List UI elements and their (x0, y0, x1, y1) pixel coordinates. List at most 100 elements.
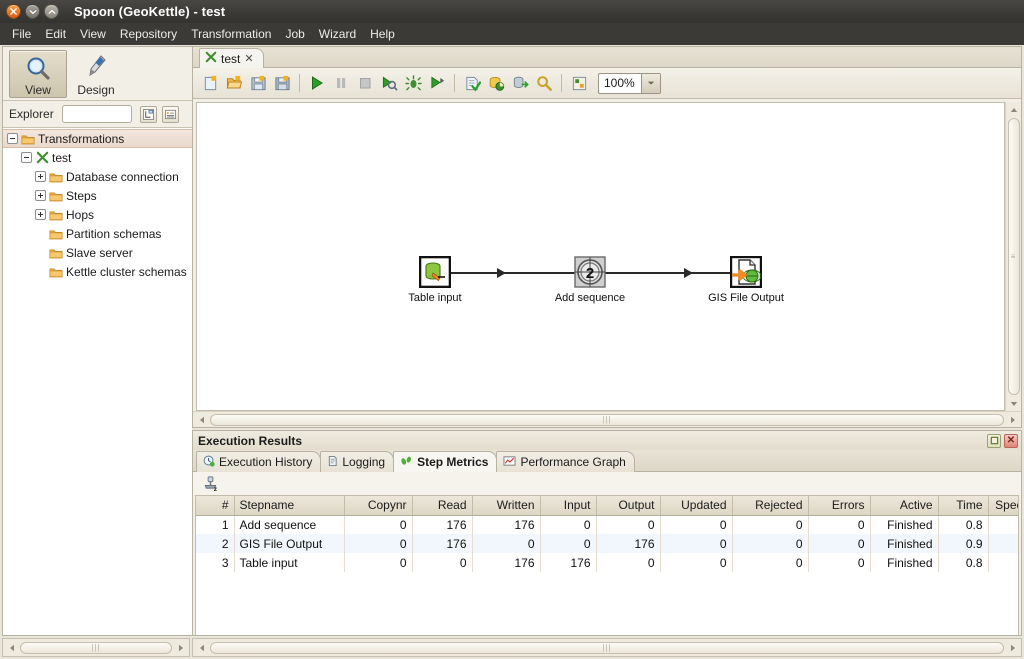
new-file-icon[interactable] (199, 72, 221, 94)
canvas-horizontal-scrollbar[interactable]: ||| (193, 411, 1021, 427)
expander-icon[interactable] (21, 152, 32, 163)
col-active[interactable]: Active (870, 496, 939, 516)
canvas-vertical-scrollbar[interactable]: ≡ (1005, 102, 1021, 411)
canvas-hscroll-thumb[interactable]: ||| (210, 413, 1004, 426)
close-panel-icon[interactable]: ✕ (1004, 433, 1018, 448)
table-row[interactable]: 1 Add sequence 0 176 176 0 0 0 0 0 Finis (196, 515, 1018, 534)
menu-transformation[interactable]: Transformation (184, 25, 278, 43)
explorer-horizontal-scrollbar[interactable]: ||| (2, 638, 190, 657)
open-folder-icon[interactable] (223, 72, 245, 94)
transformation-canvas[interactable]: Table input 2 Add sequence GIS File Outp… (196, 102, 1005, 411)
canvas-vscroll-thumb[interactable]: ≡ (1007, 118, 1020, 395)
scroll-left-icon[interactable] (194, 412, 209, 427)
close-icon[interactable] (6, 4, 21, 19)
scroll-right-icon[interactable] (173, 640, 188, 655)
maximize-icon[interactable] (44, 4, 59, 19)
tree-item-slave-server[interactable]: Slave server (3, 243, 192, 262)
tree-item-test[interactable]: test (3, 148, 192, 167)
run-icon[interactable] (306, 72, 328, 94)
perspective-view-button[interactable]: View (9, 50, 67, 98)
minimize-icon[interactable] (25, 4, 40, 19)
scroll-left-icon[interactable] (194, 640, 209, 655)
expander-icon[interactable] (7, 133, 18, 144)
col-speed[interactable]: Speed (r/s) (988, 496, 1018, 516)
col-rejected[interactable]: Rejected (732, 496, 809, 516)
perspective-design-button[interactable]: Design (67, 50, 125, 98)
pause-icon[interactable] (330, 72, 352, 94)
stop-icon[interactable] (354, 72, 376, 94)
results-horizontal-scrollbar[interactable]: ||| (192, 638, 1022, 657)
col-read[interactable]: Read (412, 496, 473, 516)
explore-db-icon[interactable] (533, 72, 555, 94)
execution-results-panel: Execution Results ✕ Execution History Lo… (192, 430, 1022, 636)
verify-icon[interactable] (461, 72, 483, 94)
col-written[interactable]: Written (472, 496, 541, 516)
tree-collapse-icon[interactable] (139, 105, 157, 123)
list-view-icon[interactable] (161, 105, 179, 123)
tree-item-steps[interactable]: Steps (3, 186, 192, 205)
menu-file[interactable]: File (5, 25, 38, 43)
chevron-down-icon[interactable] (641, 73, 660, 93)
tree-item-label: Database connection (66, 169, 179, 184)
impact-icon[interactable] (485, 72, 507, 94)
step-metrics-table-container[interactable]: # Stepname Copynr Read Written Input Out… (195, 495, 1019, 635)
save-as-icon[interactable] (271, 72, 293, 94)
sleep-icon[interactable]: z (199, 473, 221, 495)
tab-logging[interactable]: Logging (320, 451, 395, 472)
col-copynr[interactable]: Copynr (344, 496, 413, 516)
col-stepname[interactable]: Stepname (234, 496, 345, 516)
hop-arrow-icon (497, 268, 506, 278)
menu-view[interactable]: View (73, 25, 113, 43)
menu-wizard[interactable]: Wizard (312, 25, 363, 43)
scroll-right-icon[interactable] (1005, 640, 1020, 655)
scroll-up-icon[interactable] (1006, 102, 1021, 117)
tab-test[interactable]: test ✕ (199, 48, 264, 68)
zoom-combo[interactable]: 100% (598, 72, 661, 94)
scroll-down-icon[interactable] (1006, 396, 1021, 411)
search-input[interactable] (61, 105, 132, 123)
sql-icon[interactable] (509, 72, 531, 94)
table-row[interactable]: 3 Table input 0 0 176 176 0 0 0 0 Finish (196, 553, 1018, 572)
scroll-right-icon[interactable] (1005, 412, 1020, 427)
execution-results-header: Execution Results ✕ (193, 431, 1021, 450)
col-num[interactable]: # (196, 496, 235, 516)
results-hscroll-thumb[interactable]: ||| (210, 641, 1004, 654)
col-input[interactable]: Input (540, 496, 597, 516)
tree-item-transformations[interactable]: Transformations (3, 129, 192, 148)
scroll-grip-icon: ||| (602, 414, 612, 424)
maximize-panel-icon[interactable] (987, 433, 1001, 448)
tab-performance-graph[interactable]: Performance Graph (496, 451, 635, 472)
expander-icon[interactable] (35, 171, 46, 182)
expander-icon[interactable] (35, 209, 46, 220)
col-updated[interactable]: Updated (660, 496, 733, 516)
cell-updated: 0 (660, 534, 733, 553)
table-input-step[interactable]: Table input (390, 256, 480, 304)
tree-item-partition-schemas[interactable]: Partition schemas (3, 224, 192, 243)
col-output[interactable]: Output (596, 496, 661, 516)
replay-icon[interactable] (426, 72, 448, 94)
tab-step-metrics[interactable]: Step Metrics (393, 451, 498, 472)
col-errors[interactable]: Errors (808, 496, 871, 516)
add-sequence-step[interactable]: 2 Add sequence (545, 256, 635, 304)
scroll-left-icon[interactable] (4, 640, 19, 655)
close-icon[interactable]: ✕ (244, 52, 253, 65)
table-row[interactable]: 2 GIS File Output 0 176 0 0 176 0 0 0 Fi (196, 534, 1018, 553)
menu-job[interactable]: Job (278, 25, 311, 43)
grid-icon[interactable] (568, 72, 590, 94)
menu-repository[interactable]: Repository (113, 25, 184, 43)
tab-execution-history[interactable]: Execution History (196, 451, 322, 472)
expander-icon[interactable] (35, 190, 46, 201)
debug-icon[interactable] (402, 72, 424, 94)
tree-item-kettle-cluster-schemas[interactable]: Kettle cluster schemas (3, 262, 192, 281)
zoom-value[interactable]: 100% (599, 74, 641, 93)
menu-edit[interactable]: Edit (38, 25, 73, 43)
explorer-tree[interactable]: Transformations test Database connection… (3, 127, 192, 635)
menu-help[interactable]: Help (363, 25, 402, 43)
col-time[interactable]: Time (938, 496, 989, 516)
tree-item-hops[interactable]: Hops (3, 205, 192, 224)
gis-file-output-step[interactable]: GIS File Output (701, 256, 791, 304)
explorer-hscroll-thumb[interactable]: ||| (20, 641, 172, 654)
preview-icon[interactable] (378, 72, 400, 94)
tree-item-database-connection[interactable]: Database connection (3, 167, 192, 186)
save-icon[interactable] (247, 72, 269, 94)
